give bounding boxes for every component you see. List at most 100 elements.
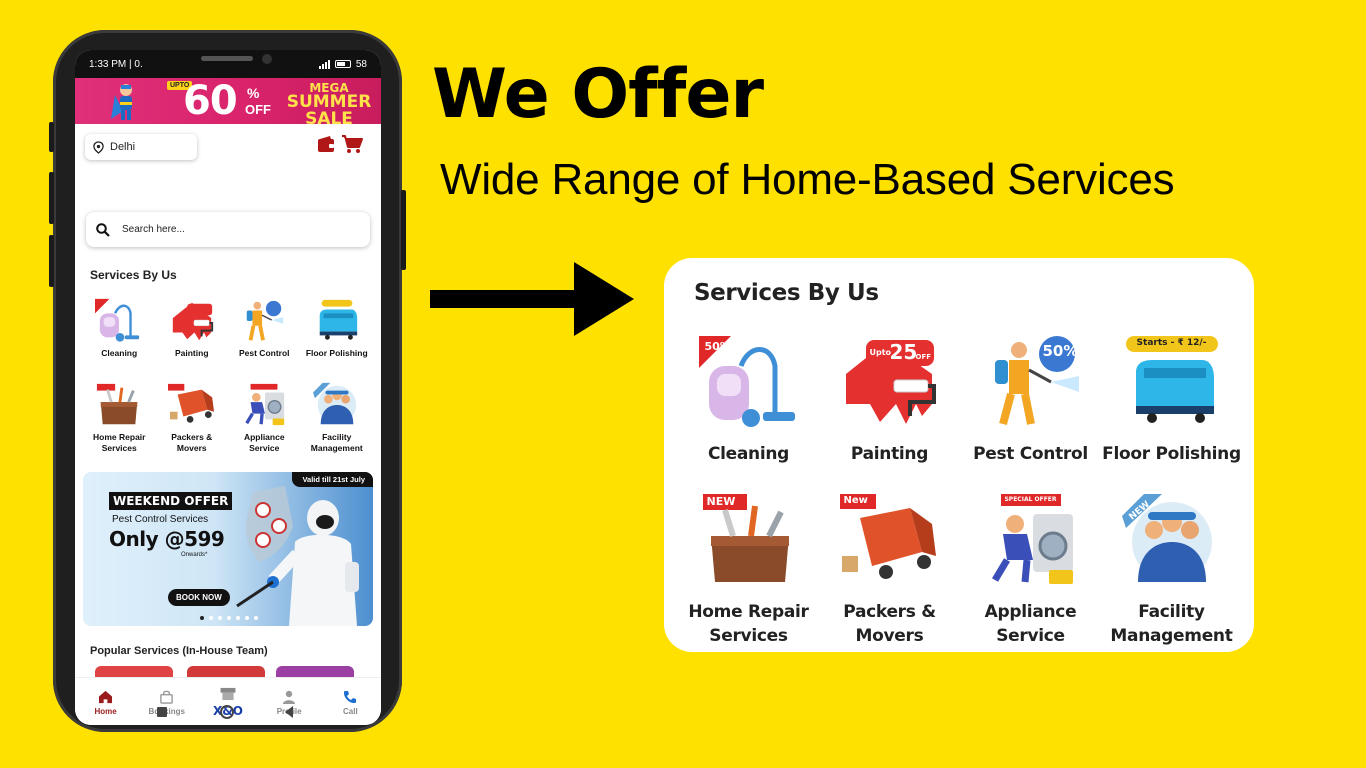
toolbox-icon <box>97 383 138 425</box>
percent-badge: 25 <box>889 340 918 364</box>
washing-machine-icon <box>991 494 1073 584</box>
off-label: OFF <box>915 353 932 361</box>
popular-services-title: Popular Services (In-House Team) <box>90 645 268 657</box>
phone-services-grid: Cleaning Painting Pest Control Floor Pol… <box>83 298 373 458</box>
carousel-dots[interactable] <box>200 616 258 620</box>
discount-badge: 50% <box>704 340 731 353</box>
service-facility-management[interactable]: Facility Management <box>301 382 374 458</box>
card-service-label: Facility Management <box>1110 602 1233 646</box>
card-service-home-repair[interactable]: NEW Home Repair Services <box>678 494 819 646</box>
truck-icon <box>167 383 214 423</box>
services-card: Services By Us 50% Cleaning Upto 25 OFF … <box>664 258 1254 652</box>
phone-side-button <box>49 122 54 152</box>
service-pest-control[interactable]: Pest Control <box>228 298 301 374</box>
card-service-floor-polishing[interactable]: Starts - ₹ 12/- Floor Polishing <box>1101 336 1242 482</box>
nav-label: Home <box>94 706 117 716</box>
location-selector[interactable]: Delhi <box>85 134 197 160</box>
status-bar: 1:33 PM | 0. 58 <box>75 50 381 78</box>
card-service-appliance[interactable]: SPECIAL OFFER Appliance Service <box>960 494 1101 646</box>
card-service-label: Painting <box>850 444 929 464</box>
location-pin-icon <box>93 140 104 154</box>
floor-scrubber-icon <box>1125 336 1218 423</box>
cart-icon[interactable] <box>341 134 363 154</box>
weekend-offer-subtitle: Pest Control Services <box>112 514 209 525</box>
battery-level: 58 <box>355 58 367 70</box>
battery-icon <box>334 60 351 68</box>
promo-banner[interactable]: UPTO 60 % OFF MEGA SUMMER SALE <box>75 78 381 124</box>
card-service-label: Floor Polishing <box>1102 444 1241 464</box>
service-label: Facility Management <box>310 432 363 453</box>
phone-side-button <box>49 235 54 287</box>
card-service-painting[interactable]: Upto 25 OFF Painting <box>819 336 960 482</box>
location-label: Delhi <box>110 141 136 153</box>
service-packers-movers[interactable]: Packers & Movers <box>156 382 229 458</box>
service-cleaning[interactable]: Cleaning <box>83 298 156 374</box>
new-badge: NEW <box>706 495 736 508</box>
superhero-icon <box>111 84 132 120</box>
home-icon <box>99 690 113 703</box>
back-icon <box>285 706 293 718</box>
person-icon <box>283 690 296 704</box>
service-label: Appliance Service <box>243 432 285 453</box>
nav-label: Call <box>343 706 358 716</box>
vacuum-icon <box>95 298 140 342</box>
team-icon <box>312 382 356 425</box>
subheadline: Wide Range of Home-Based Services <box>440 155 1175 204</box>
card-service-pest-control[interactable]: 50% Pest Control <box>960 336 1101 482</box>
service-home-repair[interactable]: Home Repair Services <box>83 382 156 458</box>
new-badge: New <box>843 495 868 506</box>
weekend-offer-title: WEEKEND OFFER <box>109 492 233 510</box>
truck-icon <box>839 494 936 579</box>
status-time: 1:33 PM | 0. <box>89 58 143 70</box>
recent-apps-icon <box>157 707 167 717</box>
service-label: Floor Polishing <box>305 348 368 358</box>
phone-screen: 1:33 PM | 0. 58 UPTO 60 % OFF MEGA SUMME… <box>75 50 381 725</box>
service-label: Packers & Movers <box>171 432 213 453</box>
services-section-title: Services By Us <box>90 268 177 282</box>
search-icon <box>96 222 110 237</box>
search-bar[interactable] <box>86 212 370 247</box>
promo-percent: 60 <box>183 78 238 124</box>
service-floor-polishing[interactable]: Floor Polishing <box>301 298 374 374</box>
headline: We Offer <box>432 55 764 134</box>
nav-call[interactable]: Call <box>322 690 378 716</box>
book-now-button[interactable]: BOOK NOW <box>168 589 230 606</box>
weekend-offer-onwards: Onwards* <box>181 552 208 558</box>
bag-icon <box>160 690 174 704</box>
phone-side-button <box>49 172 54 224</box>
front-camera <box>262 54 272 64</box>
nav-home[interactable]: Home <box>78 690 134 716</box>
card-service-label: Appliance Service <box>984 602 1077 646</box>
upto-label: Upto <box>869 348 892 357</box>
starts-price-badge: Starts - ₹ 12/- <box>1136 338 1207 348</box>
card-service-label: Packers & Movers <box>843 602 936 646</box>
earpiece <box>201 56 253 61</box>
floor-scrubber-icon <box>319 299 357 340</box>
service-label: Painting <box>174 348 209 358</box>
card-service-label: Pest Control <box>973 444 1088 464</box>
phone-icon <box>344 690 357 703</box>
discount-badge: 50% <box>1042 342 1079 360</box>
sprayer-icon <box>246 300 284 341</box>
search-input[interactable] <box>122 224 322 235</box>
card-services-grid: 50% Cleaning Upto 25 OFF Painting 50% Pe… <box>678 336 1244 646</box>
wallet-icon[interactable] <box>317 135 335 153</box>
home-circle-icon <box>220 705 234 719</box>
card-service-facility-management[interactable]: NEW Facility Management <box>1101 494 1242 646</box>
promo-off: OFF <box>245 102 271 117</box>
store-icon <box>220 687 236 701</box>
service-label: Pest Control <box>238 348 290 358</box>
promo-percent-sign: % <box>247 85 260 101</box>
promo-sale-text: MEGA SUMMER SALE <box>281 82 377 124</box>
paint-roller-icon <box>172 302 213 341</box>
valid-till-tag: Valid till 21st July <box>292 472 373 487</box>
card-service-packers-movers[interactable]: New Packers & Movers <box>819 494 960 646</box>
service-appliance[interactable]: Appliance Service <box>228 382 301 458</box>
phone-power-button <box>401 190 406 270</box>
android-system-nav <box>157 705 293 719</box>
weekend-offer-banner[interactable]: Valid till 21st July WEEKEND OFFER Pest … <box>83 472 373 626</box>
card-title: Services By Us <box>694 280 879 306</box>
promo-line3: SALE <box>305 109 353 125</box>
card-service-cleaning[interactable]: 50% Cleaning <box>678 336 819 482</box>
service-painting[interactable]: Painting <box>156 298 229 374</box>
